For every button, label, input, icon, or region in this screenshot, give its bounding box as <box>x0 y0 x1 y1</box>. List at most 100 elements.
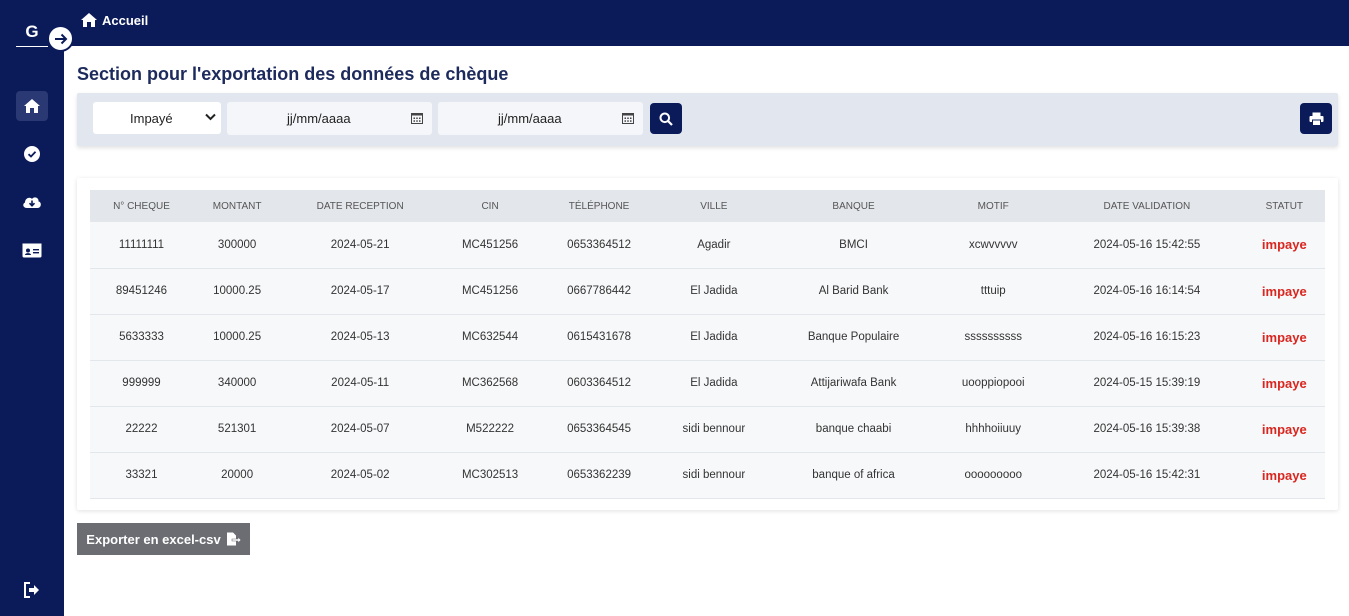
cell-banque: banque of africa <box>812 469 895 481</box>
table-row[interactable]: 11111111 300000 2024-05-21 MC451256 06533645… <box>90 222 1325 268</box>
cell-statut: impaye <box>1261 421 1307 437</box>
cell-statut: impaye <box>1261 283 1307 299</box>
table-row[interactable]: 999999 340000 2024-05-11 MC362568 0603364512… <box>90 360 1325 406</box>
cell-date-reception: 2024-05-17 <box>330 285 390 297</box>
table-row[interactable]: 5633333 10000.25 2024-05-13 MC632544 0615431… <box>90 314 1325 360</box>
status-select[interactable]: Impayé <box>93 102 221 134</box>
cell-numero: 5633333 <box>119 331 164 343</box>
cell-numero: 11111111 <box>118 238 165 251</box>
date-to-placeholder: jj/mm/aaaa <box>498 111 562 126</box>
cell-montant: 300000 <box>217 238 257 251</box>
cell-telephone: 0615431678 <box>567 331 632 343</box>
app-logo: G <box>16 22 48 47</box>
col-header-numero: N° CHEQUE <box>113 200 170 212</box>
cell-banque: Attijariwafa Bank <box>810 377 897 389</box>
table-header-row: N° CHEQUE MONTANT DATE RECEPTION CIN TÉL… <box>90 190 1325 222</box>
cell-statut: impaye <box>1261 375 1307 391</box>
cell-banque: banque chaabi <box>815 423 892 435</box>
cell-cin: M522222 <box>466 423 515 435</box>
sidebar-toggle-button[interactable] <box>47 25 74 52</box>
status-select-value: Impayé <box>130 110 173 126</box>
cell-numero: 89451246 <box>115 285 168 297</box>
top-bar: Accueil <box>64 0 1349 46</box>
cell-date-reception: 2024-05-11 <box>331 377 390 389</box>
export-label: Exporter en excel-csv <box>86 531 221 547</box>
cell-numero: 22222 <box>125 423 158 435</box>
file-export-icon <box>226 532 241 546</box>
sidebar: G <box>0 0 64 616</box>
cell-motif: hhhhoiiuuy <box>965 423 1022 435</box>
cell-telephone: 0653362239 <box>567 469 632 481</box>
cell-date-validation: 2024-05-16 15:42:55 <box>1093 238 1201 251</box>
cell-cin: MC451256 <box>461 285 519 297</box>
table-row[interactable]: 22222 521301 2024-05-07 M522222 0653364545 si… <box>90 406 1325 452</box>
arrow-right-icon <box>54 33 67 44</box>
sidebar-item-clients[interactable] <box>16 235 48 265</box>
date-from-input[interactable]: jj/mm/aaaa <box>227 102 432 135</box>
cell-motif: ssssssssss <box>964 331 1022 343</box>
cell-date-validation: 2024-05-16 15:42:31 <box>1093 469 1201 481</box>
cell-banque: BMCI <box>839 238 868 251</box>
chevron-down-icon <box>205 113 216 121</box>
col-header-ville: VILLE <box>700 200 728 212</box>
breadcrumb-label: Accueil <box>102 12 149 28</box>
sidebar-item-validated[interactable] <box>16 139 48 169</box>
check-circle-icon <box>24 146 40 162</box>
print-icon <box>1309 112 1323 126</box>
col-header-montant: MONTANT <box>212 200 262 212</box>
cell-motif: ooooooooo <box>964 469 1023 481</box>
cell-motif: tttuip <box>980 285 1006 297</box>
breadcrumb[interactable]: Accueil <box>80 12 148 28</box>
results-card: N° CHEQUE MONTANT DATE RECEPTION CIN TÉL… <box>77 178 1338 510</box>
calendar-icon[interactable] <box>411 112 423 124</box>
home-icon <box>81 13 97 27</box>
cell-date-validation: 2024-05-16 16:14:54 <box>1093 285 1201 297</box>
cell-numero: 999999 <box>122 377 161 389</box>
cell-date-reception: 2024-05-02 <box>330 469 390 481</box>
col-header-date-validation: DATE VALIDATION <box>1103 200 1191 212</box>
date-to-input[interactable]: jj/mm/aaaa <box>438 102 643 135</box>
export-csv-button[interactable]: Exporter en excel-csv <box>77 523 250 555</box>
date-from-placeholder: jj/mm/aaaa <box>287 111 351 126</box>
cell-cin: MC451256 <box>461 238 519 251</box>
cell-numero: 33321 <box>125 469 158 481</box>
cell-ville: Agadir <box>697 238 731 251</box>
col-header-date-reception: DATE RECEPTION <box>316 200 404 212</box>
cell-statut: impaye <box>1261 237 1307 253</box>
cell-montant: 340000 <box>217 377 257 389</box>
home-icon <box>24 99 40 113</box>
col-header-cin: CIN <box>481 200 499 212</box>
page-title: Section pour l'exportation des données d… <box>77 64 509 84</box>
sidebar-item-home[interactable] <box>16 91 48 121</box>
cell-motif: uooppiopooi <box>961 377 1025 389</box>
col-header-motif: MOTIF <box>977 200 1009 212</box>
cell-banque: Al Barid Bank <box>818 285 889 297</box>
table-row[interactable]: 89451246 10000.25 2024-05-17 MC451256 066778… <box>90 268 1325 314</box>
cheque-table: N° CHEQUE MONTANT DATE RECEPTION CIN TÉL… <box>90 190 1325 499</box>
cell-telephone: 0653364512 <box>567 238 632 251</box>
logout-button[interactable] <box>16 575 48 605</box>
cell-banque: Banque Populaire <box>807 331 900 343</box>
filter-bar: Impayé jj/mm/aaaa jj/mm/aaaa <box>77 93 1338 146</box>
cell-cin: MC632544 <box>461 331 519 343</box>
id-card-icon <box>22 243 42 257</box>
cell-ville: El Jadida <box>690 377 738 389</box>
cell-date-reception: 2024-05-21 <box>330 238 390 251</box>
cell-montant: 20000 <box>221 469 254 481</box>
cell-telephone: 0667786442 <box>567 285 632 297</box>
search-button[interactable] <box>650 103 682 134</box>
cell-cin: MC302513 <box>461 469 519 481</box>
col-header-telephone: TÉLÉPHONE <box>568 200 630 212</box>
col-header-banque: BANQUE <box>832 200 875 212</box>
table-row[interactable]: 33321 20000 2024-05-02 MC302513 0653362239 si… <box>90 452 1325 498</box>
cell-date-reception: 2024-05-13 <box>330 331 390 343</box>
cell-ville: sidi bennour <box>682 469 746 481</box>
calendar-icon[interactable] <box>622 112 634 124</box>
cell-date-validation: 2024-05-15 15:39:19 <box>1093 377 1201 389</box>
cell-date-validation: 2024-05-16 16:15:23 <box>1093 331 1201 343</box>
print-button[interactable] <box>1300 103 1332 134</box>
cell-date-validation: 2024-05-16 15:39:38 <box>1093 423 1201 435</box>
sidebar-item-export[interactable] <box>16 187 48 217</box>
cell-motif: xcwvvvvv <box>968 238 1018 251</box>
cell-ville: El Jadida <box>690 285 738 297</box>
